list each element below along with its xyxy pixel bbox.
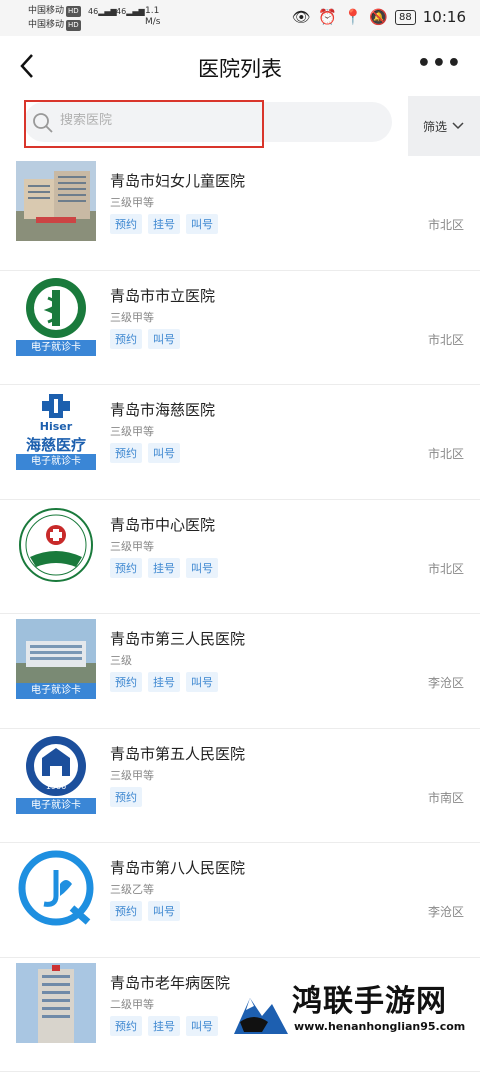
hospital-name: 青岛市海慈医院 <box>110 399 215 420</box>
hospital-district: 市北区 <box>428 445 464 462</box>
watermark-text: 鸿联手游网 <box>292 976 447 1020</box>
hospital-name: 青岛市市立医院 <box>110 285 215 306</box>
hospital-name: 青岛市中心医院 <box>110 514 215 535</box>
tag-appointment[interactable]: 预约 <box>110 1016 142 1036</box>
tag-register[interactable]: 挂号 <box>148 1016 180 1036</box>
hospital-level: 三级甲等 <box>110 767 154 783</box>
hospital-item[interactable]: 青岛市中心医院 三级甲等 预约 挂号 叫号 市北区 <box>0 500 480 615</box>
hospital-list: 青岛市妇女儿童医院 三级甲等 预约 挂号 叫号 市北区 电子就诊卡 青岛市市立医… <box>0 156 480 1072</box>
tag-queue[interactable]: 叫号 <box>186 214 218 234</box>
hospital-level: 三级甲等 <box>110 538 154 554</box>
hospital-district: 李沧区 <box>428 674 464 691</box>
page-title: 医院列表 <box>0 53 480 83</box>
e-card-tag: 电子就诊卡 <box>16 798 96 814</box>
hospital-photo <box>16 161 96 241</box>
signal-icon: 46▂▄▆ <box>88 7 117 16</box>
clock: 10:16 <box>423 8 466 26</box>
tag-register[interactable]: 挂号 <box>148 672 180 692</box>
hospital-item[interactable]: 青岛市第八人民医院 三级乙等 预约 叫号 李沧区 <box>0 843 480 958</box>
hospital-item[interactable]: Hiser 海慈医疗 电子就诊卡 青岛市海慈医院 三级甲等 预约 叫号 市北区 <box>0 385 480 500</box>
hospital-item[interactable]: 电子就诊卡 青岛市市立医院 三级甲等 预约 叫号 市北区 <box>0 271 480 386</box>
tag-register[interactable]: 挂号 <box>148 214 180 234</box>
mute-icon: 🔕 <box>369 8 388 26</box>
tag-queue[interactable]: 叫号 <box>186 1016 218 1036</box>
tag-queue[interactable]: 叫号 <box>148 329 180 349</box>
battery-icon: 88 <box>395 10 416 25</box>
tag-appointment[interactable]: 预约 <box>110 214 142 234</box>
hospital-level: 三级甲等 <box>110 309 154 325</box>
hospital-level: 三级甲等 <box>110 423 154 439</box>
tag-appointment[interactable]: 预约 <box>110 901 142 921</box>
haici-cn-text: 海慈医疗 <box>16 434 96 455</box>
hospital-name: 青岛市老年病医院 <box>110 972 230 993</box>
more-button[interactable]: ••• <box>417 56 462 72</box>
hospital-district: 市北区 <box>428 560 464 577</box>
e-card-tag: 电子就诊卡 <box>16 454 96 470</box>
hospital-district: 市北区 <box>428 216 464 233</box>
status-bar: 中国移动HD 中国移动HD 46▂▄▆ 46▂▄▆ 1.1M/s 👁 ⏰ 📍 🔕… <box>0 0 480 36</box>
tag-appointment[interactable]: 预约 <box>110 787 142 807</box>
eye-icon: 👁 <box>292 8 311 26</box>
alarm-icon: ⏰ <box>318 8 337 26</box>
signal-icon-2: 46▂▄▆ <box>116 7 145 16</box>
hospital-district: 市北区 <box>428 331 464 348</box>
hospital-level: 三级甲等 <box>110 194 154 210</box>
hospital-item[interactable]: 青岛市妇女儿童医院 三级甲等 预约 挂号 叫号 市北区 <box>0 156 480 271</box>
e-card-tag: 电子就诊卡 <box>16 683 96 699</box>
tag-queue[interactable]: 叫号 <box>148 901 180 921</box>
network-speed: 1.1M/s <box>145 6 161 28</box>
hospital-photo: 电子就诊卡 <box>16 619 96 699</box>
filter-button[interactable]: 筛选 <box>408 96 480 156</box>
haici-en-text: Hiser <box>16 420 96 433</box>
chevron-down-icon <box>451 121 465 131</box>
tag-register[interactable]: 挂号 <box>148 558 180 578</box>
hospital-item[interactable]: 电子就诊卡 青岛市第三人民医院 三级 预约 挂号 叫号 李沧区 <box>0 614 480 729</box>
carrier-2: 中国移动HD <box>28 20 81 31</box>
tag-appointment[interactable]: 预约 <box>110 329 142 349</box>
tag-queue[interactable]: 叫号 <box>186 672 218 692</box>
watermark: 鸿联手游网 www.henanhonglian95.com <box>232 982 480 1040</box>
hospital-photo <box>16 963 96 1043</box>
hospital-level: 三级 <box>110 652 132 668</box>
hospital-level: 三级乙等 <box>110 881 154 897</box>
tag-queue[interactable]: 叫号 <box>186 558 218 578</box>
hospital-logo: Hiser 海慈医疗 电子就诊卡 <box>16 390 96 470</box>
watermark-logo-icon <box>232 982 290 1038</box>
e-card-tag: 电子就诊卡 <box>16 340 96 356</box>
hospital-logo: 1906 电子就诊卡 <box>16 734 96 814</box>
hospital-name: 青岛市第八人民医院 <box>110 857 245 878</box>
hospital-name: 青岛市妇女儿童医院 <box>110 170 245 191</box>
hospital-name: 青岛市第三人民医院 <box>110 628 245 649</box>
founding-year: 1906 <box>16 782 96 791</box>
filter-label: 筛选 <box>423 118 447 135</box>
carrier-1: 中国移动HD <box>28 6 81 17</box>
hospital-name: 青岛市第五人民医院 <box>110 743 245 764</box>
tag-appointment[interactable]: 预约 <box>110 672 142 692</box>
tag-appointment[interactable]: 预约 <box>110 558 142 578</box>
location-icon: 📍 <box>344 8 363 26</box>
tag-appointment[interactable]: 预约 <box>110 443 142 463</box>
search-input[interactable] <box>60 113 250 128</box>
hospital-district: 李沧区 <box>428 903 464 920</box>
hospital-level: 二级甲等 <box>110 996 154 1012</box>
hospital-district: 市南区 <box>428 789 464 806</box>
hospital-logo <box>16 505 96 585</box>
hospital-logo <box>16 848 96 928</box>
hospital-logo: 电子就诊卡 <box>16 276 96 356</box>
search-icon <box>32 112 54 134</box>
nav-bar: 医院列表 ••• <box>0 36 480 96</box>
tag-queue[interactable]: 叫号 <box>148 443 180 463</box>
hospital-item[interactable]: 1906 电子就诊卡 青岛市第五人民医院 三级甲等 预约 市南区 <box>0 729 480 844</box>
watermark-url: www.henanhonglian95.com <box>294 1020 465 1033</box>
search-row: 筛选 <box>0 96 480 156</box>
